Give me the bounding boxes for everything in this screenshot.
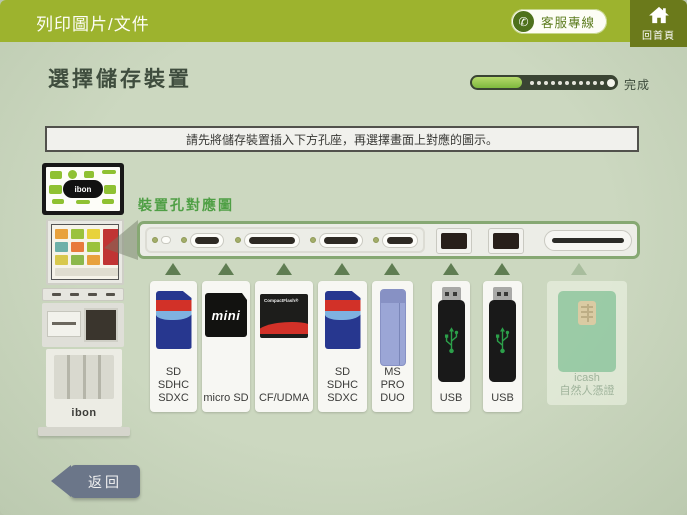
device-option-sd-1[interactable]: SD SDHC SDXC [150, 281, 197, 412]
arrow-up-icon [334, 263, 350, 275]
back-label: 返回 [88, 472, 122, 492]
device-label: SD SDHC SDXC [158, 366, 189, 405]
sd-card-icon [156, 291, 192, 349]
kiosk-top-display: ibon [42, 163, 124, 215]
hotline-button[interactable]: ✆ 客服專線 [511, 9, 607, 34]
phone-icon: ✆ [513, 11, 534, 32]
ibon-logo: ibon [63, 180, 103, 198]
microsd-card-icon: mini [205, 293, 247, 337]
card-slot-panel [145, 227, 425, 253]
device-label: micro SD [203, 392, 248, 405]
device-label: USB [440, 392, 463, 405]
back-button[interactable]: 返回 [70, 465, 140, 498]
arrow-up-icon [494, 263, 510, 275]
usb-drive-icon [489, 287, 516, 382]
device-label: USB [491, 392, 514, 405]
chip-icon [578, 301, 596, 325]
slot-ms [373, 233, 418, 248]
progress-dots [530, 75, 604, 90]
slot-sd-1 [152, 236, 171, 244]
arrow-up-icon [443, 263, 459, 275]
device-label: SD SDHC SDXC [327, 366, 358, 405]
usb-trident-icon [443, 326, 460, 356]
diagram-label: 裝置孔對應圖 [138, 195, 234, 215]
progress-bar [470, 75, 618, 90]
arrow-up-icon [571, 263, 587, 275]
kiosk-screen: 列印圖片/文件 ✆ 客服專線 回首頁 選擇儲存裝置 完成 請先將儲存裝置插入下方… [0, 0, 687, 515]
hotline-label: 客服專線 [541, 12, 595, 31]
slot-led [152, 237, 158, 243]
kiosk-machine-illustration: ibon ibon [30, 160, 134, 438]
kiosk-base [38, 427, 130, 436]
device-option-usb-1[interactable]: USB [432, 281, 470, 412]
arrow-up-icon [384, 263, 400, 275]
slot-led [235, 237, 241, 243]
home-label: 回首頁 [642, 27, 675, 42]
sd-card-icon [325, 291, 361, 349]
kiosk-body: ibon [46, 349, 122, 427]
kiosk-touchscreen [46, 219, 124, 285]
arrow-up-icon [276, 263, 292, 275]
icash-reader-slot [544, 230, 632, 251]
kiosk-printer-zone [42, 303, 124, 347]
arrow-up-icon [218, 263, 234, 275]
slot-cf [235, 233, 300, 248]
progress-fill [472, 77, 522, 88]
home-button[interactable]: 回首頁 [630, 0, 687, 47]
usb-drive-icon [438, 287, 465, 382]
usb-port-2 [488, 228, 524, 254]
home-icon [648, 6, 670, 24]
usb-trident-icon [494, 326, 511, 356]
usb-port-1 [436, 228, 472, 254]
arrow-up-icon [165, 263, 181, 275]
kiosk-card-slots [42, 288, 124, 301]
slot-microsd [181, 233, 224, 248]
page-breadcrumb: 列印圖片/文件 [36, 10, 150, 35]
slot-led [373, 237, 379, 243]
device-label: MS PRO DUO [380, 366, 404, 405]
slot-diagram [137, 221, 640, 259]
device-option-sd-2[interactable]: SD SDHC SDXC [318, 281, 367, 412]
device-option-usb-2[interactable]: USB [483, 281, 522, 412]
progress-end-dot [607, 79, 615, 87]
page-title: 選擇儲存裝置 [48, 63, 192, 93]
device-option-cf[interactable]: CompactFlash® CF/UDMA [255, 281, 313, 412]
slot-led [310, 237, 316, 243]
device-label: icash 自然人憑證 [560, 372, 615, 398]
slot-sd-2 [310, 233, 363, 248]
progress-done-label: 完成 [624, 76, 650, 93]
device-option-icash-disabled: icash 自然人憑證 [547, 281, 627, 405]
memory-stick-icon [380, 289, 406, 366]
instruction-banner: 請先將儲存裝置插入下方孔座，再選擇畫面上對應的圖示。 [45, 126, 639, 152]
slot-led [181, 237, 187, 243]
cf-card-icon: CompactFlash® [260, 294, 308, 338]
device-label: CF/UDMA [259, 392, 309, 405]
icash-card-icon [558, 291, 616, 372]
header-bar: 列印圖片/文件 ✆ 客服專線 回首頁 [0, 0, 687, 42]
ibon-brand-text: ibon [46, 407, 122, 419]
device-option-ms-pro-duo[interactable]: MS PRO DUO [372, 281, 413, 412]
device-option-microsd[interactable]: mini micro SD [202, 281, 250, 412]
